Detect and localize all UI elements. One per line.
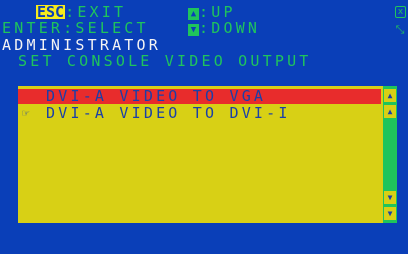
scroll-top-icon[interactable]: ▲: [384, 89, 396, 102]
hand-pointer-icon: ☞: [22, 106, 30, 120]
close-icon[interactable]: x: [395, 6, 406, 18]
help-down: ▼:DOWN: [188, 20, 260, 36]
option-label: DVI-A VIDEO TO DVI-I: [46, 104, 291, 122]
down-action-text: :DOWN: [199, 19, 261, 37]
down-arrow-icon: ▼: [188, 24, 199, 36]
user-level-label: ADMINISTRATOR: [2, 36, 161, 54]
up-arrow-icon: ▲: [188, 8, 199, 20]
page-down-icon[interactable]: ▼: [384, 191, 396, 204]
page-title: SET CONSOLE VIDEO OUTPUT: [18, 52, 312, 70]
option-dvi-a-to-vga[interactable]: DVI-A VIDEO TO VGA: [18, 87, 381, 105]
option-label: DVI-A VIDEO TO VGA: [46, 87, 267, 105]
osd-screen: ESC:EXIT ▲:UP ENTER:SELECT ▼:DOWN x ⤡ AD…: [0, 0, 408, 254]
help-line-1: ESC:EXIT: [36, 4, 126, 20]
option-dvi-a-to-dvi-i[interactable]: ☞ DVI-A VIDEO TO DVI-I: [18, 104, 381, 122]
options-list: DVI-A VIDEO TO VGA ☞ DVI-A VIDEO TO DVI-…: [18, 86, 397, 223]
scrollbar[interactable]: ▲ ▲ ▼ ▼: [383, 86, 397, 223]
enter-action-text: :SELECT: [63, 19, 149, 37]
help-up: ▲:UP: [188, 4, 236, 20]
resize-icon[interactable]: ⤡: [394, 24, 406, 36]
page-up-icon[interactable]: ▲: [384, 105, 396, 118]
enter-key-label: ENTER: [2, 19, 64, 37]
help-line-2: ENTER:SELECT: [2, 20, 149, 36]
scroll-bottom-icon[interactable]: ▼: [384, 207, 396, 220]
esc-key-label: ESC: [36, 3, 66, 21]
